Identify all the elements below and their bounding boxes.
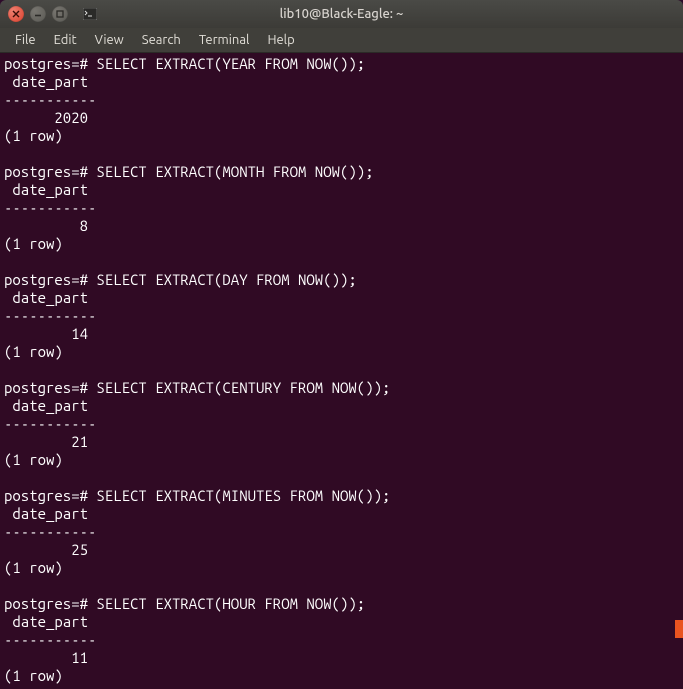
terminal-output[interactable]: postgres=# SELECT EXTRACT(YEAR FROM NOW(… bbox=[0, 53, 683, 689]
menu-search[interactable]: Search bbox=[133, 30, 190, 50]
menu-terminal[interactable]: Terminal bbox=[190, 30, 259, 50]
close-icon bbox=[12, 10, 20, 18]
scrollbar-thumb[interactable] bbox=[675, 620, 683, 638]
menu-help[interactable]: Help bbox=[258, 30, 303, 50]
window-controls bbox=[0, 6, 98, 22]
minimize-icon bbox=[34, 10, 42, 18]
menu-file[interactable]: File bbox=[6, 30, 45, 50]
menubar: File Edit View Search Terminal Help bbox=[0, 28, 683, 53]
terminal-window: lib10@Black-Eagle: ~ File Edit View Sear… bbox=[0, 0, 683, 689]
maximize-button[interactable] bbox=[52, 6, 68, 22]
app-icon bbox=[82, 6, 98, 22]
terminal-icon bbox=[83, 8, 97, 20]
minimize-button[interactable] bbox=[30, 6, 46, 22]
menu-view[interactable]: View bbox=[86, 30, 133, 50]
maximize-icon bbox=[56, 10, 64, 18]
titlebar: lib10@Black-Eagle: ~ bbox=[0, 0, 683, 28]
close-button[interactable] bbox=[8, 6, 24, 22]
menu-edit[interactable]: Edit bbox=[45, 30, 86, 50]
window-title: lib10@Black-Eagle: ~ bbox=[0, 7, 683, 21]
